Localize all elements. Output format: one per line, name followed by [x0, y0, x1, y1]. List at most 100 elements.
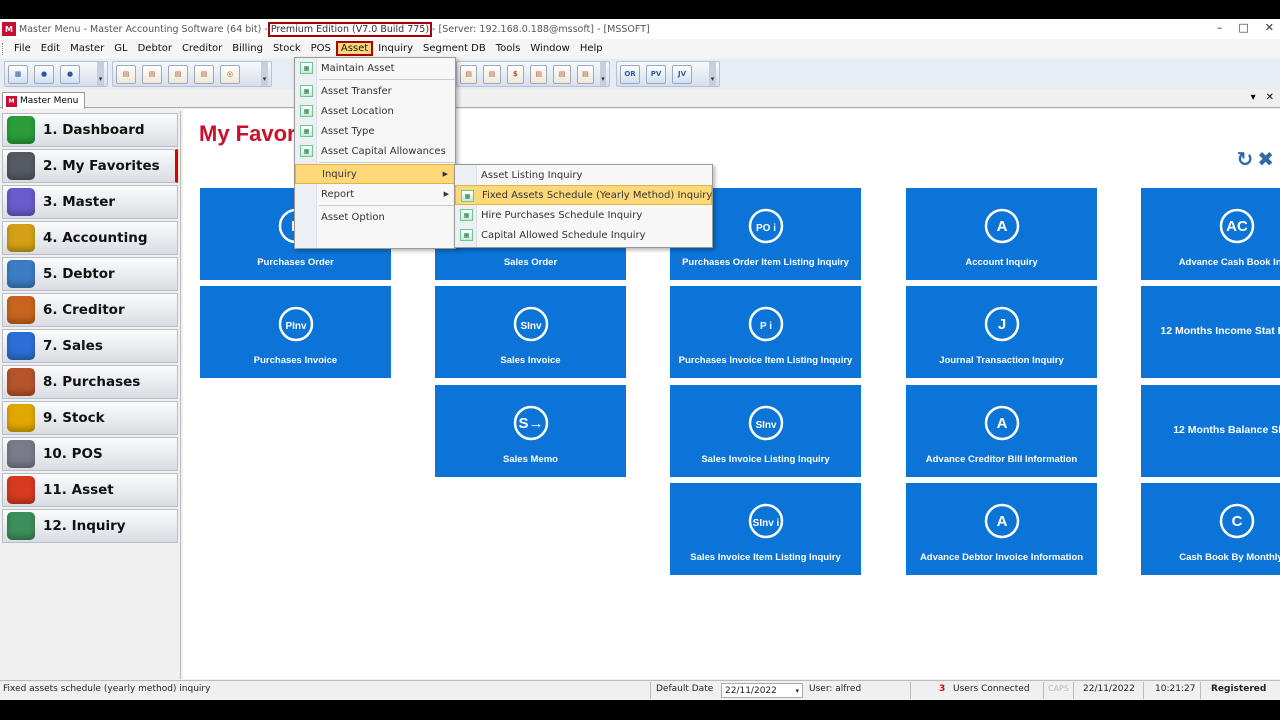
- menu-master[interactable]: Master: [65, 42, 109, 55]
- app-logo-icon: M: [2, 22, 16, 36]
- tab-list-icon[interactable]: ▾: [1251, 92, 1256, 103]
- menu-window[interactable]: Window: [525, 42, 574, 55]
- tab-close-icon[interactable]: ✕: [1266, 92, 1274, 103]
- sidebar-item-label: 10. POS: [43, 446, 103, 462]
- tile-purchases-invoice[interactable]: PInv Purchases Invoice: [200, 286, 391, 378]
- tile-icon-glyph: SInv: [755, 420, 777, 431]
- toolbar-group1-button-0[interactable]: ▦: [8, 64, 28, 84]
- menu-file[interactable]: File: [9, 42, 36, 55]
- minimize-button[interactable]: –: [1217, 21, 1223, 34]
- toolbar-group2-button-4[interactable]: ◎: [220, 64, 240, 84]
- settings-tools-icon[interactable]: ✖: [1257, 147, 1274, 171]
- sales-memo-icon: S→: [509, 399, 553, 443]
- asset-menu-maintain-asset[interactable]: ▦ Maintain Asset: [295, 58, 455, 78]
- menu-help[interactable]: Help: [575, 42, 608, 55]
- sidebar-item-accounting[interactable]: 4. Accounting: [2, 221, 178, 255]
- asset-menu-inquiry[interactable]: Inquiry ▶: [295, 164, 455, 184]
- toolbar-group2-button-1[interactable]: ▤: [142, 64, 162, 84]
- toolbar-group3-button-5[interactable]: ▤: [576, 64, 595, 84]
- tile-advance-cash-book-infor[interactable]: AC Advance Cash Book Infor: [1141, 188, 1280, 280]
- sidebar-item-stock[interactable]: 9. Stock: [2, 401, 178, 435]
- tile-account-inquiry[interactable]: A Account Inquiry: [906, 188, 1097, 280]
- menu-item-label: Inquiry: [322, 168, 357, 180]
- capital-allowed-schedule-inquiry-icon: ▦: [460, 229, 473, 241]
- toolbar-overflow-icon[interactable]: ▾: [97, 62, 104, 86]
- menu-pos[interactable]: POS: [306, 42, 336, 55]
- menu-edit[interactable]: Edit: [36, 42, 65, 55]
- maximize-button[interactable]: □: [1238, 21, 1248, 34]
- asset-menu-asset-location[interactable]: ▦ Asset Location: [295, 101, 455, 121]
- toolbar-group4-button-0[interactable]: OR: [620, 64, 640, 84]
- asset-menu-asset-capital-allowances[interactable]: ▦ Asset Capital Allowances: [295, 141, 455, 161]
- tile-journal-transaction-inquiry[interactable]: J Journal Transaction Inquiry: [906, 286, 1097, 378]
- toolbar-overflow-icon[interactable]: ▾: [600, 62, 607, 86]
- toolbar-group3-button-3[interactable]: ▤: [530, 64, 548, 84]
- toolbar-group1-button-2[interactable]: ●: [60, 64, 80, 84]
- toolbar-group3-button-0[interactable]: ▤: [460, 64, 478, 84]
- menu-segment-db[interactable]: Segment DB: [418, 42, 491, 55]
- inquiry-menu-asset-listing-inquiry[interactable]: Asset Listing Inquiry: [455, 165, 712, 185]
- stock-icon: [7, 404, 35, 432]
- menu-gl[interactable]: GL: [109, 42, 132, 55]
- menu-separator: [319, 205, 455, 206]
- close-button[interactable]: ✕: [1265, 21, 1274, 34]
- date-dropdown-icon[interactable]: ▾: [795, 687, 799, 695]
- toolbar-group3-button-4[interactable]: ▤: [553, 64, 571, 84]
- toolbar-group4-button-1[interactable]: PV: [646, 64, 666, 84]
- sidebar-item-asset[interactable]: 11. Asset: [2, 473, 178, 507]
- master-menu-tab[interactable]: M Master Menu: [2, 92, 86, 109]
- toolbar-group1-button-1[interactable]: ●: [34, 64, 54, 84]
- tile-purchases-invoice-item-listing-inquiry[interactable]: P i Purchases Invoice Item Listing Inquir…: [670, 286, 861, 378]
- document-tab-row: M Master Menu ▾ ✕: [0, 90, 1280, 109]
- status-divider: [910, 682, 911, 699]
- toolbar-group4-button-2[interactable]: JV: [672, 64, 692, 84]
- sidebar-item-purchases[interactable]: 8. Purchases: [2, 365, 178, 399]
- toolbar-group3-button-2[interactable]: $: [506, 64, 525, 84]
- asset-menu-asset-transfer[interactable]: ▦ Asset Transfer: [295, 81, 455, 101]
- asset-menu-asset-option[interactable]: Asset Option: [295, 207, 455, 227]
- maintain-asset-icon: ▦: [300, 62, 313, 74]
- menu-billing[interactable]: Billing: [227, 42, 268, 55]
- tile-12-months-balance-sheet[interactable]: 12 Months Balance Sheet: [1141, 385, 1280, 477]
- sidebar-item-inquiry[interactable]: 12. Inquiry: [2, 509, 178, 543]
- asset-menu-report[interactable]: Report ▶: [295, 184, 455, 204]
- tile-sales-invoice[interactable]: SInv Sales Invoice: [435, 286, 626, 378]
- sidebar-item-my-favorites[interactable]: 2. My Favorites: [2, 149, 178, 183]
- menu-asset[interactable]: Asset: [335, 41, 374, 56]
- menu-stock[interactable]: Stock: [268, 42, 306, 55]
- sidebar-item-creditor[interactable]: 6. Creditor: [2, 293, 178, 327]
- toolbar-overflow-icon[interactable]: ▾: [709, 62, 716, 86]
- tile-sales-memo[interactable]: S→ Sales Memo: [435, 385, 626, 477]
- tile-cash-book-by-monthly-in[interactable]: C Cash Book By Monthly In: [1141, 483, 1280, 575]
- inquiry-menu-capital-allowed-schedule-inquiry[interactable]: ▦ Capital Allowed Schedule Inquiry: [455, 225, 712, 245]
- tile-12-months-income-stat-inquiry[interactable]: 12 Months Income Stat Inquiry: [1141, 286, 1280, 378]
- tile-icon-glyph: SInv: [520, 321, 542, 332]
- tile-sales-invoice-item-listing-inquiry[interactable]: SInv i Sales Invoice Item Listing Inquiry: [670, 483, 861, 575]
- edition-label: Premium Edition (V7.0 Build 775): [267, 21, 433, 37]
- sidebar-item-master[interactable]: 3. Master: [2, 185, 178, 219]
- sidebar-item-label: 5. Debtor: [43, 266, 115, 282]
- tile-sales-invoice-listing-inquiry[interactable]: SInv Sales Invoice Listing Inquiry: [670, 385, 861, 477]
- master-menu-tab-label: Master Menu: [20, 96, 79, 106]
- menu-inquiry[interactable]: Inquiry: [373, 42, 418, 55]
- sidebar-item-pos[interactable]: 10. POS: [2, 437, 178, 471]
- menu-tools[interactable]: Tools: [491, 42, 526, 55]
- menu-debtor[interactable]: Debtor: [133, 42, 177, 55]
- menu-creditor[interactable]: Creditor: [177, 42, 227, 55]
- toolbar-group2-button-2[interactable]: ▤: [168, 64, 188, 84]
- asset-menu-asset-type[interactable]: ▦ Asset Type: [295, 121, 455, 141]
- inquiry-menu-hire-purchases-schedule-inquiry[interactable]: ▦ Hire Purchases Schedule Inquiry: [455, 205, 712, 225]
- toolbar-group3-button-1[interactable]: ▤: [483, 64, 501, 84]
- toolbar-group2-button-3[interactable]: ▤: [194, 64, 214, 84]
- tile-label: Sales Memo: [503, 454, 558, 465]
- toolbar-overflow-icon[interactable]: ▾: [261, 62, 268, 86]
- inquiry-menu-fixed-assets-schedule-yearly-method-inquiry[interactable]: ▦ Fixed Assets Schedule (Yearly Method) I…: [455, 185, 712, 205]
- toolbar-group2-button-0[interactable]: ▤: [116, 64, 136, 84]
- tile-advance-creditor-bill-information[interactable]: A Advance Creditor Bill Information: [906, 385, 1097, 477]
- default-date-picker[interactable]: 22/11/2022 ▾: [721, 683, 803, 698]
- tile-advance-debtor-invoice-information[interactable]: A Advance Debtor Invoice Information: [906, 483, 1097, 575]
- sidebar-item-sales[interactable]: 7. Sales: [2, 329, 178, 363]
- sidebar-item-dashboard[interactable]: 1. Dashboard: [2, 113, 178, 147]
- sidebar-item-debtor[interactable]: 5. Debtor: [2, 257, 178, 291]
- refresh-icon[interactable]: ↻: [1236, 147, 1253, 171]
